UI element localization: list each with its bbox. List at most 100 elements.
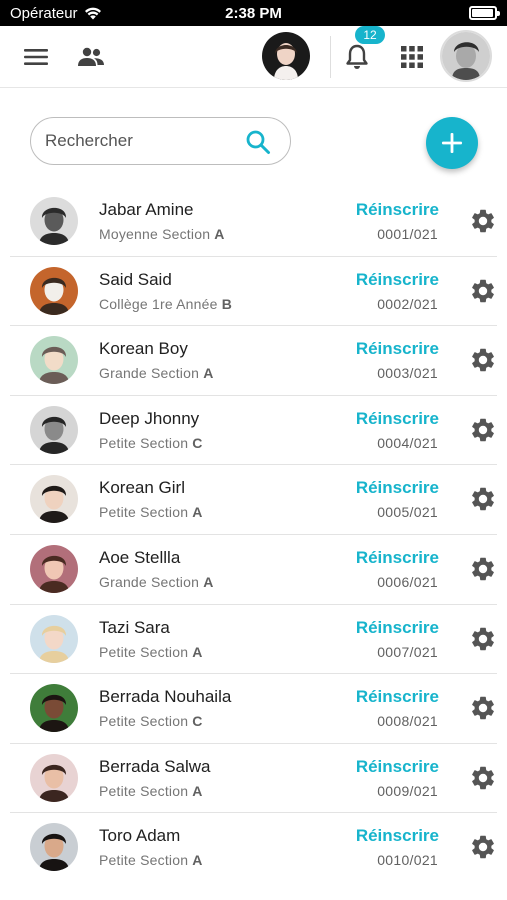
settings-gear-icon[interactable]: [469, 555, 497, 583]
carrier-group: Opérateur: [10, 5, 102, 22]
class-group: B: [221, 295, 233, 312]
student-code: 0007/021: [377, 643, 438, 660]
student-class: Petite Section C: [99, 435, 203, 451]
settings-gear-icon[interactable]: [469, 833, 497, 861]
student-row[interactable]: Deep Jhonny Petite Section C Réinscrire …: [10, 396, 497, 466]
student-row[interactable]: Jabar Amine Moyenne Section A Réinscrire…: [10, 187, 497, 257]
student-code: 0004/021: [377, 434, 438, 451]
reinscrire-link[interactable]: Réinscrire: [356, 826, 439, 846]
student-code: 0001/021: [377, 226, 438, 242]
notification-badge: 12: [355, 26, 385, 44]
app-bar-divider: [330, 36, 331, 78]
class-group: A: [192, 782, 203, 799]
reinscrire-link[interactable]: Réinscrire: [356, 548, 439, 568]
menu-button[interactable]: [22, 43, 50, 71]
student-name: Tazi Sara: [99, 617, 170, 637]
class-group: A: [203, 365, 214, 382]
class-level: Petite Section: [99, 504, 189, 521]
student-row[interactable]: Berrada Salwa Petite Section A Réinscrir…: [10, 744, 497, 814]
student-class: Grande Section A: [99, 574, 214, 590]
class-group: A: [214, 226, 225, 242]
student-row[interactable]: Korean Boy Grande Section A Réinscrire 0…: [10, 326, 497, 396]
student-name: Deep Jhonny: [99, 408, 200, 428]
apps-button[interactable]: [399, 44, 425, 70]
student-code: 0003/021: [377, 365, 438, 382]
student-photo: [30, 614, 78, 663]
group-icon: [78, 47, 104, 66]
class-level: Petite Section: [99, 852, 189, 869]
carrier-label: Opérateur: [10, 4, 78, 22]
search-box: [30, 117, 291, 165]
top-app-bar: 12: [0, 26, 507, 88]
student-avatar: [30, 405, 78, 454]
student-class: Petite Section A: [99, 504, 203, 520]
reinscrire-link[interactable]: Réinscrire: [356, 757, 439, 777]
class-group: A: [192, 852, 203, 869]
student-photo: [30, 544, 78, 593]
plus-icon: [442, 133, 462, 153]
settings-gear-icon[interactable]: [469, 277, 497, 305]
reinscrire-link[interactable]: Réinscrire: [356, 270, 439, 290]
reinscrire-link[interactable]: Réinscrire: [356, 618, 439, 638]
student-code: 0005/021: [377, 504, 438, 521]
student-row[interactable]: Berrada Nouhaila Petite Section C Réinsc…: [10, 674, 497, 744]
settings-gear-icon[interactable]: [469, 764, 497, 792]
settings-gear-icon[interactable]: [469, 416, 497, 444]
search-input[interactable]: [45, 126, 235, 156]
student-photo: [30, 823, 78, 872]
wifi-icon: [84, 7, 101, 20]
student-avatar: [30, 753, 78, 802]
student-class: Petite Section A: [99, 644, 203, 660]
class-level: Petite Section: [99, 434, 189, 451]
menu-icon: [24, 49, 48, 65]
class-level: Petite Section: [99, 782, 189, 799]
reinscrire-link[interactable]: Réinscrire: [356, 200, 439, 220]
student-class: Petite Section A: [99, 852, 203, 868]
student-row[interactable]: Tazi Sara Petite Section A Réinscrire 00…: [10, 605, 497, 675]
student-name: Korean Boy: [99, 339, 188, 359]
groups-button[interactable]: [76, 43, 106, 71]
student-row[interactable]: Toro Adam Petite Section A Réinscrire 00…: [10, 813, 497, 883]
student-row[interactable]: Aoe Stellla Grande Section A Réinscrire …: [10, 535, 497, 605]
reinscrire-link[interactable]: Réinscrire: [356, 339, 439, 359]
class-group: C: [192, 434, 203, 451]
student-avatar: [30, 684, 78, 733]
avatar-image: [262, 32, 310, 80]
battery-icon: [469, 6, 500, 20]
user-profile-avatar[interactable]: [440, 30, 492, 82]
student-photo: [30, 266, 78, 315]
student-name: Said Said: [99, 269, 172, 289]
settings-gear-icon[interactable]: [469, 694, 497, 722]
student-name: Toro Adam: [99, 826, 181, 846]
student-name: Berrada Salwa: [99, 756, 211, 776]
student-avatar: [30, 336, 78, 385]
student-photo: [30, 753, 78, 802]
student-list: Jabar Amine Moyenne Section A Réinscrire…: [0, 187, 507, 883]
student-photo: [30, 405, 78, 454]
student-row[interactable]: Korean Girl Petite Section A Réinscrire …: [10, 465, 497, 535]
settings-gear-icon[interactable]: [469, 207, 497, 235]
settings-gear-icon[interactable]: [469, 346, 497, 374]
student-avatar: [30, 544, 78, 593]
class-group: A: [192, 504, 203, 521]
battery-level: [472, 9, 493, 17]
notifications-button[interactable]: [343, 42, 371, 72]
reinscrire-link[interactable]: Réinscrire: [356, 478, 439, 498]
settings-gear-icon[interactable]: [469, 485, 497, 513]
status-bar: Opérateur 2:38 PM: [0, 0, 507, 26]
reinscrire-link[interactable]: Réinscrire: [356, 409, 439, 429]
student-photo: [30, 336, 78, 385]
bell-icon: [346, 44, 368, 69]
reinscrire-link[interactable]: Réinscrire: [356, 687, 439, 707]
student-avatar: [30, 197, 78, 245]
search-icon[interactable]: [245, 129, 271, 155]
add-student-button[interactable]: [426, 117, 478, 169]
student-name: Korean Girl: [99, 478, 185, 498]
student-avatar: [30, 475, 78, 524]
profile-image: [442, 32, 490, 80]
current-child-avatar[interactable]: [262, 32, 310, 80]
student-row[interactable]: Said Said Collège 1re Année B Réinscrire…: [10, 257, 497, 327]
student-name: Aoe Stellla: [99, 547, 181, 567]
class-level: Collège 1re Année: [99, 295, 218, 312]
settings-gear-icon[interactable]: [469, 625, 497, 653]
